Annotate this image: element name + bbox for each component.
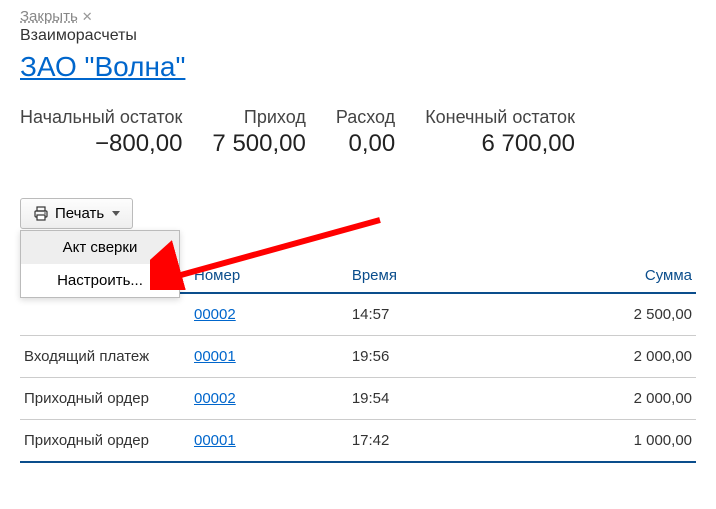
row-number-link[interactable]: 00001: [194, 432, 236, 449]
income-label: Приход: [212, 107, 305, 128]
row-time: 19:54: [348, 378, 503, 420]
breadcrumb: Взаиморасчеты: [20, 27, 696, 45]
row-number-link[interactable]: 00002: [194, 306, 236, 323]
print-button[interactable]: Печать Акт сверки Настроить...: [20, 198, 133, 229]
row-number-link[interactable]: 00001: [194, 348, 236, 365]
close-link[interactable]: Закрыть: [20, 8, 78, 25]
printer-icon: [33, 206, 49, 222]
page-title-link[interactable]: ЗАО "Волна": [20, 51, 185, 83]
print-button-label: Печать: [55, 205, 104, 222]
row-number-link[interactable]: 00002: [194, 390, 236, 407]
expense-label: Расход: [336, 107, 395, 128]
row-sum: 1 000,00: [503, 420, 696, 463]
row-type: Приходный ордер: [20, 420, 190, 463]
table-row: Приходный ордер 00002 19:54 2 000,00: [20, 378, 696, 420]
summary-row: Начальный остаток −800,00 Приход 7 500,0…: [20, 107, 696, 158]
end-balance-label: Конечный остаток: [425, 107, 575, 128]
row-time: 17:42: [348, 420, 503, 463]
row-time: 14:57: [348, 293, 503, 336]
income-value: 7 500,00: [212, 130, 305, 158]
start-balance-label: Начальный остаток: [20, 107, 182, 128]
col-time: Время: [348, 259, 503, 293]
col-sum: Сумма: [503, 259, 696, 293]
table-row: Приходный ордер 00001 17:42 1 000,00: [20, 420, 696, 463]
end-balance-value: 6 700,00: [425, 130, 575, 158]
chevron-down-icon: [112, 211, 120, 216]
row-sum: 2 000,00: [503, 378, 696, 420]
dropdown-item-configure[interactable]: Настроить...: [21, 264, 179, 297]
print-dropdown: Акт сверки Настроить...: [20, 230, 180, 298]
table-row: Входящий платеж 00001 19:56 2 000,00: [20, 336, 696, 378]
row-time: 19:56: [348, 336, 503, 378]
start-balance-value: −800,00: [20, 130, 182, 158]
dropdown-item-reconciliation[interactable]: Акт сверки: [21, 231, 179, 264]
row-type: Входящий платеж: [20, 336, 190, 378]
row-sum: 2 000,00: [503, 336, 696, 378]
row-type: [20, 293, 190, 336]
row-type: Приходный ордер: [20, 378, 190, 420]
col-number: Номер: [190, 259, 348, 293]
row-sum: 2 500,00: [503, 293, 696, 336]
expense-value: 0,00: [336, 130, 395, 158]
close-icon[interactable]: ✕: [82, 9, 93, 25]
table-row: 00002 14:57 2 500,00: [20, 293, 696, 336]
